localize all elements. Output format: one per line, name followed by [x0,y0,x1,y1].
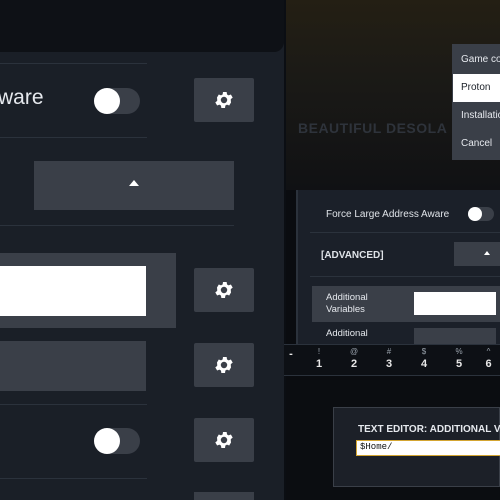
key-1[interactable]: ! 1 [302,345,336,375]
additional-variables-row: Additional Variables [312,286,500,322]
banner-title: BEAUTIFUL DESOLA [298,120,448,136]
divider [0,225,234,226]
advanced-dropdown[interactable] [34,161,234,210]
divider [0,478,147,479]
additional-variables-label: Additional Variables [326,292,368,315]
text-editor-input[interactable]: $Home/ [356,440,500,456]
menu-item-cancel[interactable]: Cancel [453,130,500,158]
settings-panel-small: Force Large Address Aware [ADVANCED] Add… [296,190,500,350]
force-large-address-toggle[interactable] [94,88,140,114]
divider [0,137,147,138]
additional-variables-row [0,253,176,328]
force-large-address-label: Force Large Address Aware [326,209,450,220]
force-large-address-label-partial: ware [0,86,44,109]
key-5[interactable]: % 5 [442,345,476,375]
toggle-knob [94,428,120,454]
chevron-up-icon [129,180,139,186]
toggle-knob [468,207,482,221]
menu-item-installation[interactable]: Installatio [453,102,500,130]
text-editor-title: TEXT EDITOR: ADDITIONAL V [358,424,500,435]
toggle-switch[interactable] [94,428,140,454]
additional-input-2[interactable] [0,341,146,391]
additional-variables-input[interactable] [0,266,146,316]
divider [0,404,147,405]
divider [310,276,500,277]
key-2[interactable]: @2 [337,345,371,375]
zoomed-settings-panel: ware [0,0,284,500]
text-editor-value: $Home/ [360,442,393,452]
key-minus[interactable]: - [284,345,298,375]
gear-button[interactable] [194,418,254,462]
advanced-label: [ADVANCED] [321,250,384,261]
key-4[interactable]: $4 [407,345,441,375]
menu-item-game-config[interactable]: Game co [453,46,500,74]
key-3[interactable]: #3 [372,345,406,375]
divider [310,232,500,233]
gear-button[interactable] [194,268,254,312]
gear-icon [215,432,233,448]
gear-button[interactable] [194,343,254,387]
virtual-keyboard-row: - ! 1 @2 #3 $4 % 5 ^ 6 [284,344,500,376]
gear-icon [215,282,233,298]
force-large-address-toggle[interactable] [468,207,494,221]
toggle-knob [94,88,120,114]
panel-header [0,0,284,52]
additional-variables-input[interactable] [414,292,496,315]
text-editor-dialog: TEXT EDITOR: ADDITIONAL V $Home/ [333,407,500,487]
divider [0,63,147,64]
gear-button-partial[interactable] [194,492,254,500]
chevron-up-icon [484,251,490,255]
gear-button[interactable] [194,78,254,122]
additional-label-2: Additional [326,328,368,339]
gear-icon [215,357,233,373]
menu-item-proton[interactable]: Proton [453,74,500,102]
advanced-dropdown[interactable] [454,242,500,266]
key-6[interactable]: ^ 6 [477,345,500,375]
gear-icon [215,92,233,108]
